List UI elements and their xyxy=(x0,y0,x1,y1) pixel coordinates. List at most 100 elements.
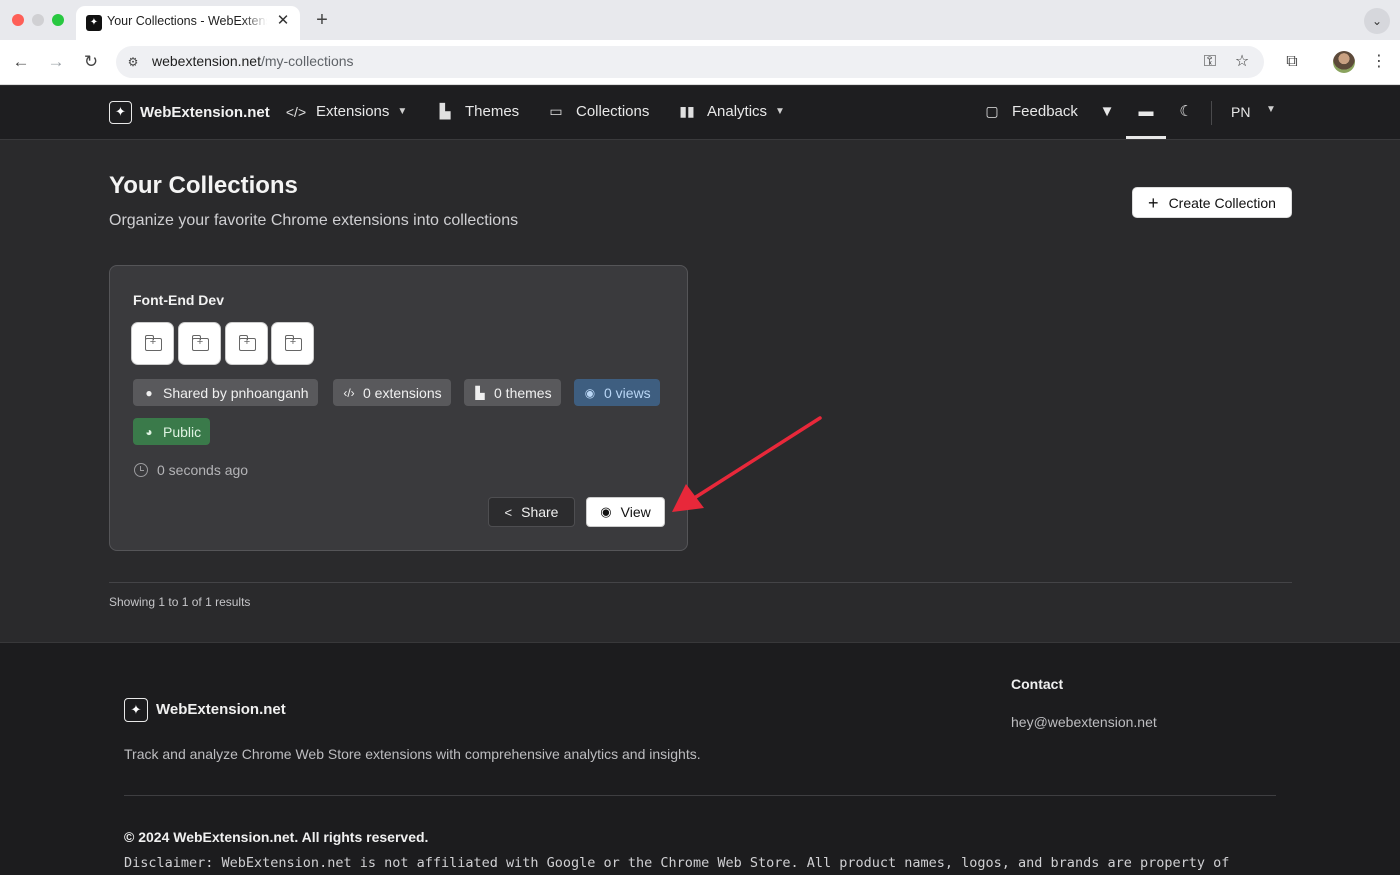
reload-icon[interactable]: ↻ xyxy=(79,50,103,74)
nav-themes[interactable]: ▙ Themes xyxy=(434,103,520,120)
share-label: Share xyxy=(521,504,559,520)
bookmark-star-icon[interactable]: ☆ xyxy=(1232,52,1252,72)
collection-name: Font-End Dev xyxy=(133,292,224,308)
extensions-puzzle-icon[interactable]: ⧉ xyxy=(1281,51,1303,73)
url-host: webextension.net xyxy=(152,53,261,69)
footer-disclaimer: Disclaimer: WebExtension.net is not affi… xyxy=(124,855,1230,871)
page-title: Your Collections xyxy=(109,172,298,199)
code-icon: ‹/› xyxy=(343,385,355,400)
nav-themes-label: Themes xyxy=(465,103,520,120)
eye-icon: ◉ xyxy=(600,504,612,519)
collection-card: Font-End Dev ● Shared by pnhoanganh ‹/› … xyxy=(109,265,688,551)
brand-logo-icon[interactable]: ✦ xyxy=(109,101,132,124)
user-circle-icon: ● xyxy=(145,385,153,400)
brand-name[interactable]: WebExtension.net xyxy=(140,104,270,121)
footer: ✦ WebExtension.net Track and analyze Chr… xyxy=(0,642,1400,875)
view-label: View xyxy=(620,504,651,520)
palette-icon: ▙ xyxy=(475,385,485,400)
views-count: 0 views xyxy=(604,384,651,401)
create-collection-button[interactable]: + Create Collection xyxy=(1132,187,1292,218)
extensions-count-badge: ‹/› 0 extensions xyxy=(333,379,451,406)
message-icon: ▢ xyxy=(985,103,999,119)
shared-by-text: Shared by pnhoanganh xyxy=(163,384,309,401)
code-icon: </> xyxy=(285,103,307,120)
key-icon[interactable]: ⚿ xyxy=(1200,52,1220,72)
footer-description: Track and analyze Chrome Web Store exten… xyxy=(124,746,701,762)
pagination-results: Showing 1 to 1 of 1 results xyxy=(109,595,251,609)
nav-collections[interactable]: ▭ Collections xyxy=(545,103,649,120)
folder-plus-icon xyxy=(191,335,209,351)
window-close-button[interactable] xyxy=(12,14,24,26)
tab-search-chevron-icon[interactable]: ⌄ xyxy=(1364,8,1390,34)
browser-toolbar: ← → ↻ ⚙ webextension.net/my-collections … xyxy=(0,40,1400,85)
bookmark-icon[interactable]: ▼ xyxy=(1097,102,1117,122)
new-tab-button[interactable]: + xyxy=(312,8,332,32)
nav-analytics[interactable]: ▮▮ Analytics ▼ xyxy=(676,103,785,120)
empty-slot-thumbnail[interactable] xyxy=(271,322,314,365)
create-collection-label: Create Collection xyxy=(1168,194,1276,211)
active-nav-indicator xyxy=(1126,136,1166,139)
folder-plus-icon xyxy=(144,335,162,351)
nav-divider xyxy=(1211,101,1212,125)
empty-slot-thumbnail[interactable] xyxy=(225,322,268,365)
user-menu[interactable]: PN xyxy=(1231,104,1250,120)
back-arrow-icon[interactable]: ← xyxy=(9,50,33,74)
themes-count-badge: ▙ 0 themes xyxy=(464,379,561,406)
url-path: /my-collections xyxy=(260,53,354,69)
annotation-arrow xyxy=(672,416,822,512)
footer-contact-heading: Contact xyxy=(1011,676,1064,692)
dark-mode-moon-icon[interactable]: ☾ xyxy=(1176,102,1196,122)
address-bar[interactable]: ⚙ webextension.net/my-collections ⚿ ☆ xyxy=(116,46,1264,78)
profile-avatar[interactable] xyxy=(1333,51,1355,73)
tab-close-icon[interactable]: ✕ xyxy=(274,12,292,30)
forward-arrow-icon[interactable]: → xyxy=(44,50,68,74)
folder-plus-icon xyxy=(238,335,256,351)
views-count-badge: ◉ 0 views xyxy=(574,379,660,406)
visibility-text: Public xyxy=(163,423,202,440)
site-navbar: ✦ WebExtension.net </> Extensions ▼ ▙ Th… xyxy=(0,86,1400,140)
updated-time: 0 seconds ago xyxy=(157,462,249,478)
footer-copyright: © 2024 WebExtension.net. All rights rese… xyxy=(124,829,429,845)
nav-extensions-label: Extensions xyxy=(316,103,390,120)
divider xyxy=(109,582,1292,583)
folder-open-icon[interactable]: ▬ xyxy=(1136,102,1156,122)
window-minimize-button[interactable] xyxy=(32,14,44,26)
url-text[interactable]: webextension.net/my-collections xyxy=(152,53,354,69)
footer-brand[interactable]: WebExtension.net xyxy=(156,701,286,718)
favicon-icon: ✦ xyxy=(86,15,102,31)
footer-logo-icon[interactable]: ✦ xyxy=(124,698,148,722)
visibility-badge: ◕ Public xyxy=(133,418,211,445)
chevron-down-icon: ▼ xyxy=(775,106,785,117)
globe-icon: ◕ xyxy=(145,424,153,439)
browser-tab-active[interactable]: ✦ Your Collections - WebExtension.net ✕ xyxy=(76,6,300,40)
chevron-down-icon: ▼ xyxy=(397,106,408,117)
site-settings-icon[interactable]: ⚙ xyxy=(124,53,142,71)
themes-count: 0 themes xyxy=(494,384,552,401)
bar-chart-icon: ▮▮ xyxy=(679,103,695,119)
footer-divider xyxy=(124,795,1276,796)
shared-by-badge: ● Shared by pnhoanganh xyxy=(133,379,318,406)
empty-slot-thumbnail[interactable] xyxy=(131,322,174,365)
window-zoom-button[interactable] xyxy=(52,14,64,26)
folder-plus-icon xyxy=(284,335,302,351)
clock-icon xyxy=(134,463,148,477)
nav-collections-label: Collections xyxy=(576,103,650,120)
chevron-down-icon[interactable]: ▼ xyxy=(1266,104,1276,115)
share-icon: < xyxy=(504,504,513,520)
palette-icon: ▙ xyxy=(439,103,451,119)
extensions-count: 0 extensions xyxy=(363,384,442,401)
browser-tab-strip: ✦ Your Collections - WebExtension.net ✕ … xyxy=(0,0,1400,40)
plus-icon: + xyxy=(1148,192,1159,213)
share-button[interactable]: < Share xyxy=(488,497,575,527)
page-subtitle: Organize your favorite Chrome extensions… xyxy=(109,212,519,229)
view-button[interactable]: ◉ View xyxy=(586,497,665,527)
tab-title: Your Collections - WebExtension.net xyxy=(107,14,267,28)
footer-email-link[interactable]: hey@webextension.net xyxy=(1011,714,1157,730)
nav-analytics-label: Analytics xyxy=(707,103,768,120)
nav-extensions[interactable]: </> Extensions ▼ xyxy=(285,103,407,120)
empty-slot-thumbnail[interactable] xyxy=(178,322,221,365)
more-menu-icon[interactable]: ⋮ xyxy=(1368,51,1390,73)
folder-icon: ▭ xyxy=(549,103,563,119)
nav-feedback[interactable]: ▢ Feedback xyxy=(981,103,1078,120)
nav-feedback-label: Feedback xyxy=(1012,103,1078,120)
